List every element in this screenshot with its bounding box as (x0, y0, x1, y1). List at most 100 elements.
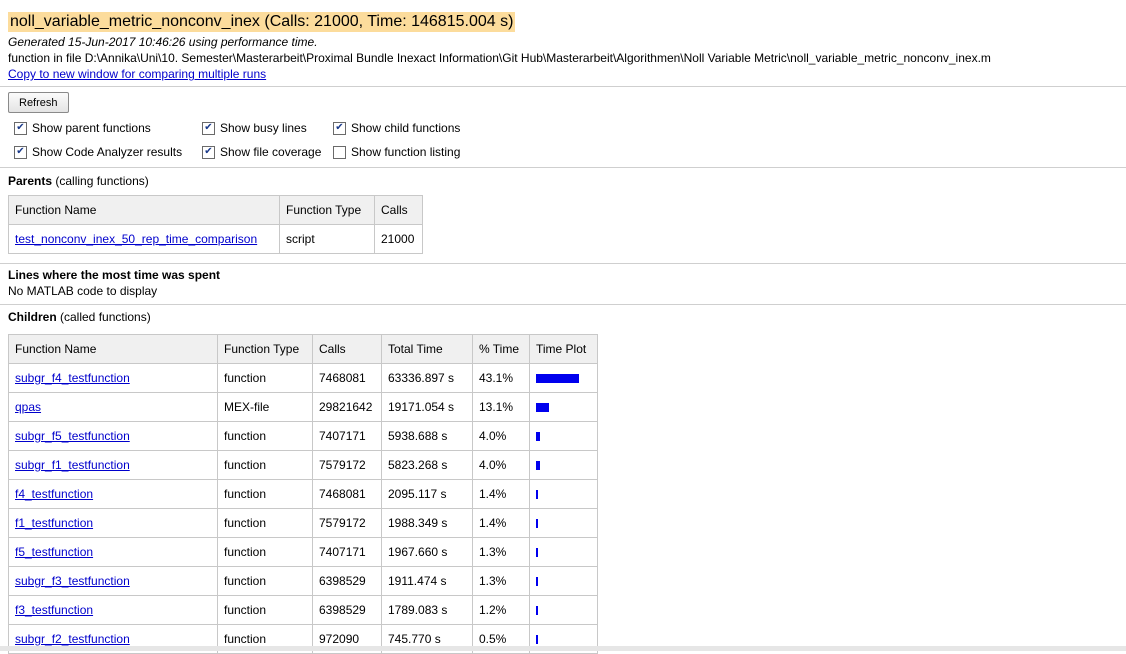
calls-cell: 7468081 (312, 363, 382, 393)
function-link[interactable]: subgr_f5_testfunction (15, 429, 130, 443)
calls-cell: 21000 (374, 224, 423, 254)
time-plot-bar (536, 519, 538, 529)
total-time-cell: 5823.268 s (381, 450, 473, 480)
function-link[interactable]: f5_testfunction (15, 545, 93, 559)
total-time-cell: 1967.660 s (381, 537, 473, 567)
function-link[interactable]: subgr_f2_testfunction (15, 632, 130, 646)
function-link[interactable]: subgr_f1_testfunction (15, 458, 130, 472)
time-plot-cell (529, 421, 598, 451)
checkbox-checked-icon[interactable]: ✔ (202, 145, 215, 159)
checkbox-checked-icon[interactable]: ✔ (333, 121, 346, 135)
function-name-cell: qpas (8, 392, 218, 422)
percent-time-cell: 4.0% (472, 421, 530, 451)
checkbox-checked-icon[interactable]: ✔ (14, 145, 27, 159)
function-type-cell: MEX-file (217, 392, 313, 422)
table-row: subgr_f3_testfunction function 6398529 1911… (8, 566, 598, 596)
function-link[interactable]: f4_testfunction (15, 487, 93, 501)
busy-lines-section: Lines where the most time was spent No M… (0, 267, 1126, 299)
time-plot-bar (536, 461, 540, 471)
column-header: Function Name (8, 334, 218, 364)
function-name-cell: f4_testfunction (8, 479, 218, 509)
column-header: Function Type (279, 195, 375, 225)
table-row: test_nonconv_inex_50_rep_time_comparison… (8, 224, 423, 254)
function-type-cell: function (217, 537, 313, 567)
file-path: function in file D:\Annika\Uni\10. Semes… (8, 51, 991, 65)
function-link[interactable]: subgr_f4_testfunction (15, 371, 130, 385)
table-row: subgr_f5_testfunction function 7407171 5938… (8, 421, 598, 451)
calls-cell: 7579172 (312, 450, 382, 480)
option-show-code-analyzer-results[interactable]: ✔ Show Code Analyzer results (14, 143, 202, 161)
time-plot-cell (529, 450, 598, 480)
calls-cell: 6398529 (312, 595, 382, 625)
children-heading: Children (called functions) (8, 307, 1118, 327)
column-header: Calls (312, 334, 382, 364)
time-plot-bar (536, 374, 579, 384)
time-plot-bar (536, 403, 549, 413)
function-name-cell: test_nonconv_inex_50_rep_time_comparison (8, 224, 280, 254)
divider (0, 263, 1126, 264)
option-label: Show Code Analyzer results (32, 145, 183, 159)
total-time-cell: 1789.083 s (381, 595, 473, 625)
function-link[interactable]: qpas (15, 400, 41, 414)
calls-cell: 7468081 (312, 479, 382, 509)
time-plot-cell (529, 392, 598, 422)
percent-time-cell: 1.4% (472, 479, 530, 509)
table-row: f4_testfunction function 7468081 2095.117 s… (8, 479, 598, 509)
time-plot-cell (529, 595, 598, 625)
table-row: f5_testfunction function 7407171 1967.660 s… (8, 537, 598, 567)
function-name-cell: f3_testfunction (8, 595, 218, 625)
time-plot-cell (529, 537, 598, 567)
function-link[interactable]: test_nonconv_inex_50_rep_time_comparison (15, 232, 257, 246)
function-type-cell: function (217, 421, 313, 451)
percent-time-cell: 4.0% (472, 450, 530, 480)
percent-time-cell: 43.1% (472, 363, 530, 393)
function-name-cell: subgr_f1_testfunction (8, 450, 218, 480)
total-time-cell: 5938.688 s (381, 421, 473, 451)
total-time-cell: 63336.897 s (381, 363, 473, 393)
time-plot-bar (536, 635, 538, 645)
option-show-parent-functions[interactable]: ✔ Show parent functions (14, 119, 202, 137)
copy-to-new-window-link[interactable]: Copy to new window for comparing multipl… (8, 66, 266, 82)
percent-time-cell: 1.3% (472, 566, 530, 596)
option-show-file-coverage[interactable]: ✔ Show file coverage (202, 143, 333, 161)
calls-cell: 29821642 (312, 392, 382, 422)
function-link[interactable]: f3_testfunction (15, 603, 93, 617)
busy-lines-title: Lines where the most time was spent (8, 268, 221, 282)
checkbox-unchecked-icon[interactable] (333, 145, 346, 159)
option-label: Show busy lines (220, 121, 307, 135)
total-time-cell: 1988.349 s (381, 508, 473, 538)
column-header: Function Type (217, 334, 313, 364)
percent-time-cell: 1.4% (472, 508, 530, 538)
divider (0, 304, 1126, 305)
checkbox-checked-icon[interactable]: ✔ (14, 121, 27, 135)
function-name-cell: f1_testfunction (8, 508, 218, 538)
horizontal-scrollbar[interactable] (0, 646, 1126, 651)
time-plot-cell (529, 363, 598, 393)
table-row: subgr_f1_testfunction function 7579172 5823… (8, 450, 598, 480)
generated-info: Generated 15-Jun-2017 10:46:26 using per… (8, 35, 318, 49)
checkbox-checked-icon[interactable]: ✔ (202, 121, 215, 135)
option-show-function-listing[interactable]: Show function listing (333, 143, 493, 161)
function-type-cell: function (217, 363, 313, 393)
column-header: Time Plot (529, 334, 598, 364)
time-plot-bar (536, 577, 538, 587)
display-options: Refresh ✔ Show parent functions ✔ Show busy… (0, 87, 1126, 161)
function-name-cell: f5_testfunction (8, 537, 218, 567)
function-link[interactable]: subgr_f3_testfunction (15, 574, 130, 588)
parents-subtitle: (calling functions) (52, 174, 149, 188)
function-type-cell: script (279, 224, 375, 254)
option-label: Show parent functions (32, 121, 151, 135)
parents-table: Function Name Function Type Calls test_n… (8, 195, 423, 254)
function-link[interactable]: f1_testfunction (15, 516, 93, 530)
calls-cell: 7579172 (312, 508, 382, 538)
option-label: Show function listing (351, 145, 461, 159)
option-checkboxes: ✔ Show parent functions ✔ Show busy lines ✔ S… (14, 119, 1118, 161)
total-time-cell: 19171.054 s (381, 392, 473, 422)
column-header: Calls (374, 195, 423, 225)
parents-heading: Parents (calling functions) (8, 171, 1118, 191)
table-row: f3_testfunction function 6398529 1789.083 s… (8, 595, 598, 625)
option-show-busy-lines[interactable]: ✔ Show busy lines (202, 119, 333, 137)
refresh-button[interactable]: Refresh (8, 92, 69, 113)
percent-time-cell: 13.1% (472, 392, 530, 422)
option-show-child-functions[interactable]: ✔ Show child functions (333, 119, 493, 137)
